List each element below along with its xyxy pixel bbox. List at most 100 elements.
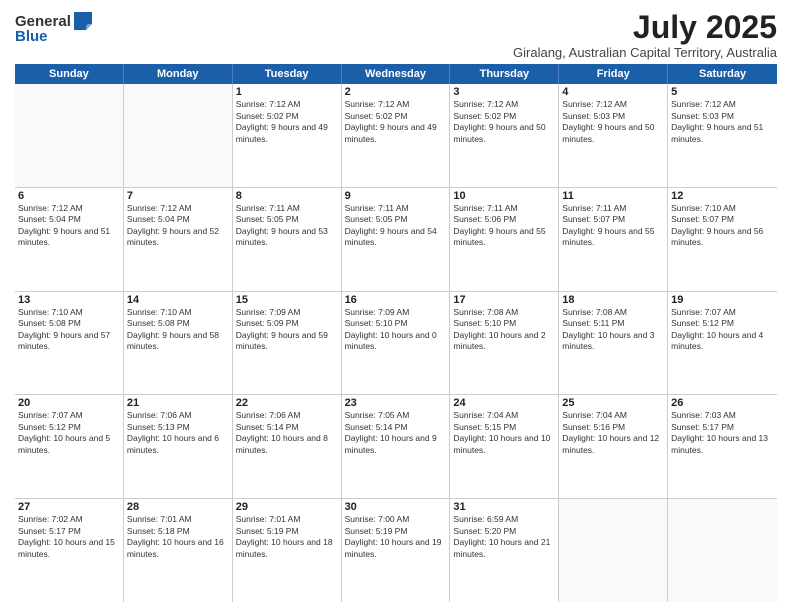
header-day-friday: Friday bbox=[559, 64, 668, 84]
week-row-5: 27Sunrise: 7:02 AM Sunset: 5:17 PM Dayli… bbox=[15, 499, 777, 602]
day-info: Sunrise: 7:08 AM Sunset: 5:10 PM Dayligh… bbox=[453, 307, 555, 353]
day-info: Sunrise: 7:09 AM Sunset: 5:10 PM Dayligh… bbox=[345, 307, 447, 353]
day-cell-18: 18Sunrise: 7:08 AM Sunset: 5:11 PM Dayli… bbox=[559, 292, 668, 395]
week-row-1: 1Sunrise: 7:12 AM Sunset: 5:02 PM Daylig… bbox=[15, 84, 777, 188]
day-number: 11 bbox=[562, 190, 664, 202]
week-row-2: 6Sunrise: 7:12 AM Sunset: 5:04 PM Daylig… bbox=[15, 188, 777, 292]
day-number: 25 bbox=[562, 397, 664, 409]
day-number: 18 bbox=[562, 294, 664, 306]
day-info: Sunrise: 7:01 AM Sunset: 5:19 PM Dayligh… bbox=[236, 514, 338, 560]
header: General Blue July 2025 Giralang, Austral… bbox=[15, 10, 777, 60]
day-info: Sunrise: 7:06 AM Sunset: 5:13 PM Dayligh… bbox=[127, 410, 229, 456]
day-number: 31 bbox=[453, 501, 555, 513]
day-info: Sunrise: 7:11 AM Sunset: 5:07 PM Dayligh… bbox=[562, 203, 664, 249]
day-info: Sunrise: 7:04 AM Sunset: 5:15 PM Dayligh… bbox=[453, 410, 555, 456]
day-info: Sunrise: 7:06 AM Sunset: 5:14 PM Dayligh… bbox=[236, 410, 338, 456]
day-cell-22: 22Sunrise: 7:06 AM Sunset: 5:14 PM Dayli… bbox=[233, 395, 342, 498]
day-number: 29 bbox=[236, 501, 338, 513]
day-number: 22 bbox=[236, 397, 338, 409]
day-info: Sunrise: 7:12 AM Sunset: 5:03 PM Dayligh… bbox=[562, 99, 664, 145]
day-info: Sunrise: 7:07 AM Sunset: 5:12 PM Dayligh… bbox=[18, 410, 120, 456]
day-cell-27: 27Sunrise: 7:02 AM Sunset: 5:17 PM Dayli… bbox=[15, 499, 124, 602]
logo-general: General bbox=[15, 13, 71, 30]
day-cell-8: 8Sunrise: 7:11 AM Sunset: 5:05 PM Daylig… bbox=[233, 188, 342, 291]
day-cell-25: 25Sunrise: 7:04 AM Sunset: 5:16 PM Dayli… bbox=[559, 395, 668, 498]
day-number: 17 bbox=[453, 294, 555, 306]
day-number: 14 bbox=[127, 294, 229, 306]
day-info: Sunrise: 7:12 AM Sunset: 5:02 PM Dayligh… bbox=[345, 99, 447, 145]
header-day-monday: Monday bbox=[124, 64, 233, 84]
month-title: July 2025 bbox=[513, 10, 777, 45]
day-info: Sunrise: 7:12 AM Sunset: 5:03 PM Dayligh… bbox=[671, 99, 774, 145]
header-day-saturday: Saturday bbox=[668, 64, 777, 84]
day-cell-7: 7Sunrise: 7:12 AM Sunset: 5:04 PM Daylig… bbox=[124, 188, 233, 291]
day-cell-30: 30Sunrise: 7:00 AM Sunset: 5:19 PM Dayli… bbox=[342, 499, 451, 602]
day-cell-4: 4Sunrise: 7:12 AM Sunset: 5:03 PM Daylig… bbox=[559, 84, 668, 187]
week-row-4: 20Sunrise: 7:07 AM Sunset: 5:12 PM Dayli… bbox=[15, 395, 777, 499]
header-day-thursday: Thursday bbox=[450, 64, 559, 84]
day-info: Sunrise: 7:08 AM Sunset: 5:11 PM Dayligh… bbox=[562, 307, 664, 353]
day-cell-17: 17Sunrise: 7:08 AM Sunset: 5:10 PM Dayli… bbox=[450, 292, 559, 395]
day-info: Sunrise: 7:12 AM Sunset: 5:04 PM Dayligh… bbox=[18, 203, 120, 249]
empty-cell bbox=[15, 84, 124, 187]
day-cell-20: 20Sunrise: 7:07 AM Sunset: 5:12 PM Dayli… bbox=[15, 395, 124, 498]
day-number: 8 bbox=[236, 190, 338, 202]
header-day-tuesday: Tuesday bbox=[233, 64, 342, 84]
day-number: 19 bbox=[671, 294, 774, 306]
day-info: Sunrise: 7:11 AM Sunset: 5:05 PM Dayligh… bbox=[345, 203, 447, 249]
day-cell-12: 12Sunrise: 7:10 AM Sunset: 5:07 PM Dayli… bbox=[668, 188, 777, 291]
day-number: 20 bbox=[18, 397, 120, 409]
day-cell-14: 14Sunrise: 7:10 AM Sunset: 5:08 PM Dayli… bbox=[124, 292, 233, 395]
day-cell-21: 21Sunrise: 7:06 AM Sunset: 5:13 PM Dayli… bbox=[124, 395, 233, 498]
day-number: 4 bbox=[562, 86, 664, 98]
day-info: Sunrise: 7:12 AM Sunset: 5:04 PM Dayligh… bbox=[127, 203, 229, 249]
day-cell-15: 15Sunrise: 7:09 AM Sunset: 5:09 PM Dayli… bbox=[233, 292, 342, 395]
week-row-3: 13Sunrise: 7:10 AM Sunset: 5:08 PM Dayli… bbox=[15, 292, 777, 396]
day-cell-31: 31Sunrise: 6:59 AM Sunset: 5:20 PM Dayli… bbox=[450, 499, 559, 602]
day-info: Sunrise: 7:10 AM Sunset: 5:07 PM Dayligh… bbox=[671, 203, 774, 249]
day-number: 5 bbox=[671, 86, 774, 98]
day-number: 15 bbox=[236, 294, 338, 306]
day-number: 27 bbox=[18, 501, 120, 513]
day-info: Sunrise: 7:05 AM Sunset: 5:14 PM Dayligh… bbox=[345, 410, 447, 456]
day-number: 13 bbox=[18, 294, 120, 306]
day-cell-16: 16Sunrise: 7:09 AM Sunset: 5:10 PM Dayli… bbox=[342, 292, 451, 395]
day-cell-26: 26Sunrise: 7:03 AM Sunset: 5:17 PM Dayli… bbox=[668, 395, 777, 498]
day-info: Sunrise: 7:11 AM Sunset: 5:06 PM Dayligh… bbox=[453, 203, 555, 249]
day-info: Sunrise: 7:10 AM Sunset: 5:08 PM Dayligh… bbox=[18, 307, 120, 353]
day-number: 3 bbox=[453, 86, 555, 98]
day-info: Sunrise: 7:00 AM Sunset: 5:19 PM Dayligh… bbox=[345, 514, 447, 560]
day-info: Sunrise: 7:07 AM Sunset: 5:12 PM Dayligh… bbox=[671, 307, 774, 353]
day-cell-19: 19Sunrise: 7:07 AM Sunset: 5:12 PM Dayli… bbox=[668, 292, 777, 395]
calendar-body: 1Sunrise: 7:12 AM Sunset: 5:02 PM Daylig… bbox=[15, 84, 777, 602]
day-number: 2 bbox=[345, 86, 447, 98]
day-cell-24: 24Sunrise: 7:04 AM Sunset: 5:15 PM Dayli… bbox=[450, 395, 559, 498]
empty-cell bbox=[559, 499, 668, 602]
day-number: 12 bbox=[671, 190, 774, 202]
day-cell-1: 1Sunrise: 7:12 AM Sunset: 5:02 PM Daylig… bbox=[233, 84, 342, 187]
calendar: SundayMondayTuesdayWednesdayThursdayFrid… bbox=[15, 64, 777, 602]
day-info: Sunrise: 7:10 AM Sunset: 5:08 PM Dayligh… bbox=[127, 307, 229, 353]
day-number: 6 bbox=[18, 190, 120, 202]
title-section: July 2025 Giralang, Australian Capital T… bbox=[513, 10, 777, 60]
day-cell-23: 23Sunrise: 7:05 AM Sunset: 5:14 PM Dayli… bbox=[342, 395, 451, 498]
day-info: Sunrise: 7:11 AM Sunset: 5:05 PM Dayligh… bbox=[236, 203, 338, 249]
day-cell-5: 5Sunrise: 7:12 AM Sunset: 5:03 PM Daylig… bbox=[668, 84, 777, 187]
day-cell-28: 28Sunrise: 7:01 AM Sunset: 5:18 PM Dayli… bbox=[124, 499, 233, 602]
day-cell-11: 11Sunrise: 7:11 AM Sunset: 5:07 PM Dayli… bbox=[559, 188, 668, 291]
day-info: Sunrise: 7:03 AM Sunset: 5:17 PM Dayligh… bbox=[671, 410, 774, 456]
day-number: 7 bbox=[127, 190, 229, 202]
day-cell-10: 10Sunrise: 7:11 AM Sunset: 5:06 PM Dayli… bbox=[450, 188, 559, 291]
header-day-sunday: Sunday bbox=[15, 64, 124, 84]
logo-icon bbox=[72, 10, 94, 32]
day-cell-3: 3Sunrise: 7:12 AM Sunset: 5:02 PM Daylig… bbox=[450, 84, 559, 187]
logo-blue: Blue bbox=[15, 28, 48, 45]
day-info: Sunrise: 7:04 AM Sunset: 5:16 PM Dayligh… bbox=[562, 410, 664, 456]
day-info: Sunrise: 7:09 AM Sunset: 5:09 PM Dayligh… bbox=[236, 307, 338, 353]
day-number: 24 bbox=[453, 397, 555, 409]
day-cell-6: 6Sunrise: 7:12 AM Sunset: 5:04 PM Daylig… bbox=[15, 188, 124, 291]
subtitle: Giralang, Australian Capital Territory, … bbox=[513, 45, 777, 60]
day-info: Sunrise: 6:59 AM Sunset: 5:20 PM Dayligh… bbox=[453, 514, 555, 560]
day-number: 28 bbox=[127, 501, 229, 513]
day-number: 21 bbox=[127, 397, 229, 409]
